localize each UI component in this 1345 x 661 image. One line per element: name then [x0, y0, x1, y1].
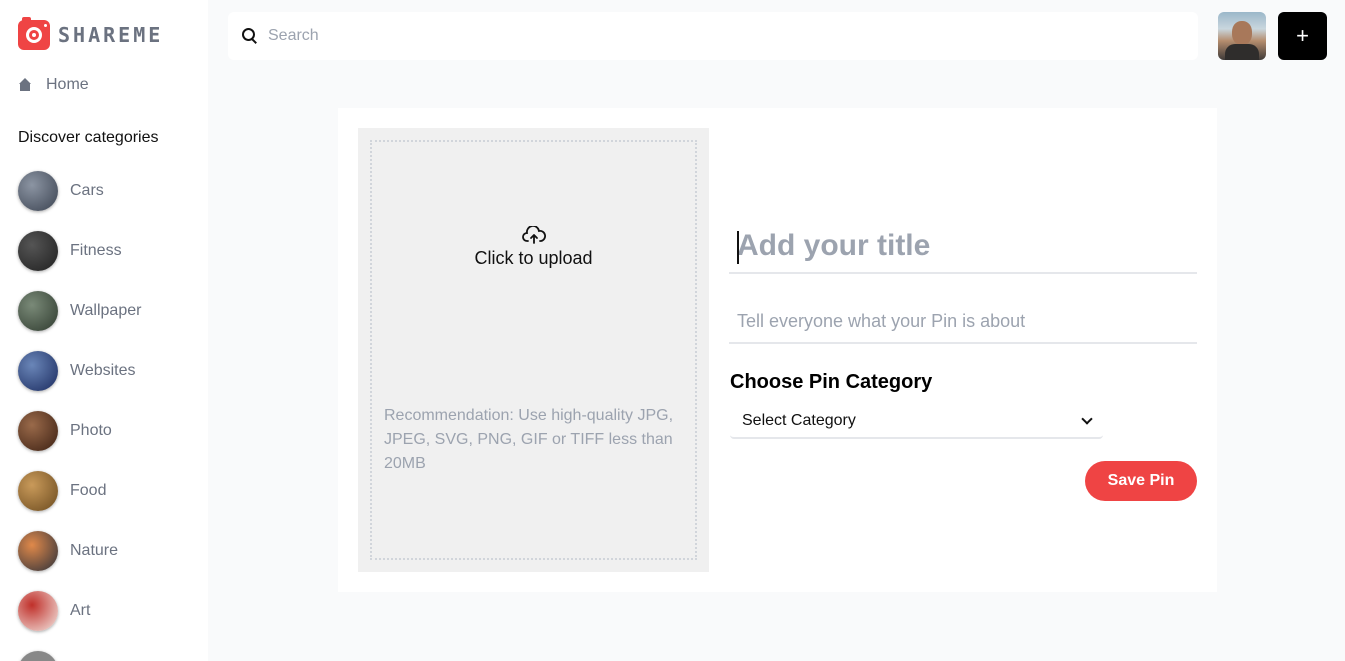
search-bar [228, 12, 1198, 60]
sidebar-item-label: Food [70, 482, 107, 499]
sidebar-item-category[interactable]: Photo [18, 411, 112, 451]
category-thumbnail [18, 231, 58, 271]
upload-prompt[interactable]: Click to upload [372, 226, 695, 269]
category-heading: Choose Pin Category [730, 371, 933, 393]
sidebar-item-category[interactable]: Wallpaper [18, 291, 141, 331]
pin-about-input[interactable] [729, 300, 1197, 344]
category-select[interactable]: Select Category [730, 405, 1103, 439]
category-thumbnail [18, 411, 58, 451]
sidebar-item-label: Websites [70, 362, 136, 379]
logo-text: SHAREME [58, 23, 164, 47]
sidebar: SHAREME Home Discover categories Cars Fi… [0, 0, 208, 661]
sidebar-item-label: Home [46, 76, 89, 93]
sidebar-item-category-partial[interactable] [18, 651, 70, 661]
chevron-down-icon [1081, 413, 1093, 425]
sidebar-item-category[interactable]: Websites [18, 351, 136, 391]
camera-logo-icon [18, 17, 50, 50]
home-icon [18, 78, 32, 92]
user-avatar[interactable] [1218, 12, 1266, 60]
sidebar-item-label: Photo [70, 422, 112, 439]
category-thumbnail [18, 291, 58, 331]
sidebar-item-category[interactable]: Cars [18, 171, 104, 211]
category-thumbnail [18, 651, 58, 661]
category-thumbnail [18, 471, 58, 511]
sidebar-item-label: Nature [70, 542, 119, 559]
sidebar-item-category[interactable]: Nature [18, 531, 118, 571]
sidebar-item-label: Cars [70, 182, 104, 199]
create-pin-card: Click to upload Recommendation: Use high… [338, 108, 1217, 592]
category-thumbnail [18, 351, 58, 391]
sidebar-item-category[interactable]: Art [18, 591, 90, 631]
category-thumbnail [18, 171, 58, 211]
sidebar-item-category[interactable]: Fitness [18, 231, 122, 271]
app-logo[interactable]: SHAREME [18, 17, 164, 50]
sidebar-item-label: Wallpaper [70, 302, 142, 319]
sidebar-item-label: Fitness [70, 242, 122, 259]
pin-title-input[interactable] [729, 220, 1197, 274]
upload-area[interactable]: Click to upload Recommendation: Use high… [358, 128, 709, 572]
search-icon [242, 28, 258, 44]
text-cursor [737, 231, 739, 264]
category-select-value: Select Category [742, 412, 856, 429]
category-thumbnail [18, 531, 58, 571]
upload-recommendation: Recommendation: Use high-quality JPG, JP… [384, 407, 674, 472]
sidebar-item-category[interactable]: Food [18, 471, 106, 511]
cloud-upload-icon [521, 226, 546, 244]
upload-label: Click to upload [474, 248, 593, 268]
discover-categories-heading: Discover categories [18, 129, 159, 146]
sidebar-item-label: Art [70, 602, 91, 619]
upload-dropzone[interactable]: Click to upload Recommendation: Use high… [370, 140, 697, 560]
save-pin-button[interactable]: Save Pin [1085, 461, 1197, 501]
search-input[interactable] [268, 27, 1168, 45]
category-thumbnail [18, 591, 58, 631]
sidebar-item-home[interactable]: Home [18, 76, 89, 94]
create-pin-button[interactable]: + [1278, 12, 1327, 60]
